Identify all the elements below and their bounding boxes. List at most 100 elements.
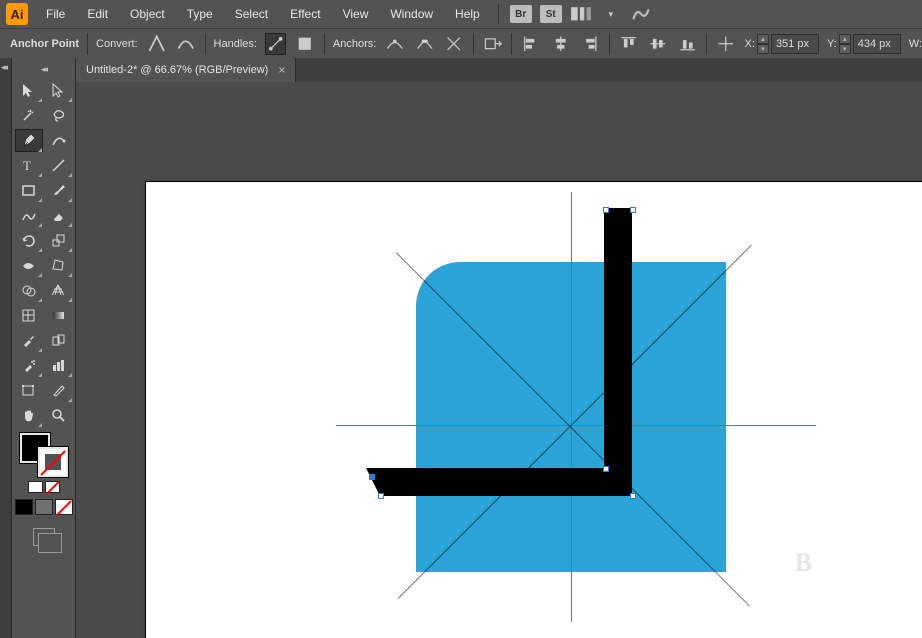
w-label: W:: [909, 38, 922, 50]
control-bar: Anchor Point Convert: Handles: Anchors: …: [0, 28, 922, 58]
align-top-button[interactable]: [618, 33, 639, 55]
menu-file[interactable]: File: [36, 3, 75, 25]
shape-builder-tool[interactable]: [15, 279, 43, 302]
tab-bar: Untitled-2* @ 66.67% (RGB/Preview) ×: [76, 58, 922, 82]
left-panel-strip[interactable]: ◂◂: [0, 58, 12, 638]
menu-object[interactable]: Object: [120, 3, 175, 25]
connect-endpoints-button[interactable]: [414, 33, 435, 55]
align-hcenter-button[interactable]: [550, 33, 571, 55]
line-segment-tool[interactable]: [45, 154, 73, 177]
separator: [87, 33, 88, 55]
anchor-point[interactable]: [378, 493, 384, 499]
align-vcenter-button[interactable]: [647, 33, 668, 55]
stock-badge[interactable]: St: [540, 5, 562, 23]
main-area: ◂◂ ◂◂ T: [0, 58, 922, 638]
arrange-dropdown-icon[interactable]: ▾: [600, 4, 622, 24]
gpu-preview-icon[interactable]: [630, 4, 652, 24]
direct-selection-tool[interactable]: [45, 79, 73, 102]
cut-path-button[interactable]: [443, 33, 464, 55]
smart-guide-vertical: [571, 192, 572, 622]
shaper-tool[interactable]: [15, 204, 43, 227]
rectangle-tool[interactable]: [15, 179, 43, 202]
y-input[interactable]: [853, 34, 901, 54]
menu-select[interactable]: Select: [225, 3, 278, 25]
handles-label: Handles:: [214, 38, 257, 50]
gradient-tool[interactable]: [45, 304, 73, 327]
separator: [498, 4, 499, 24]
separator: [205, 33, 206, 55]
color-swatch-black[interactable]: [15, 499, 33, 515]
tab-untitled-2[interactable]: Untitled-2* @ 66.67% (RGB/Preview) ×: [76, 58, 296, 82]
collapse-chevron-icon[interactable]: ◂◂: [1, 62, 6, 73]
align-left-button[interactable]: [520, 33, 541, 55]
slice-tool[interactable]: [45, 379, 73, 402]
tool-palette: ◂◂ T: [12, 58, 76, 638]
hand-tool[interactable]: [15, 404, 43, 427]
convert-smooth-button[interactable]: [175, 33, 196, 55]
x-field: X: ▴▾: [745, 34, 819, 54]
mesh-tool[interactable]: [15, 304, 43, 327]
fill-stroke-swatch[interactable]: [20, 433, 68, 477]
zoom-tool[interactable]: [45, 404, 73, 427]
eraser-tool[interactable]: [45, 204, 73, 227]
stroke-swatch[interactable]: [38, 447, 68, 477]
selection-tool[interactable]: [15, 79, 43, 102]
type-tool[interactable]: T: [15, 154, 43, 177]
y-stepper[interactable]: ▴▾: [839, 34, 851, 54]
scale-tool[interactable]: [45, 229, 73, 252]
color-swatch-none[interactable]: [55, 499, 73, 515]
perspective-grid-tool[interactable]: [45, 279, 73, 302]
draw-mode-toggle[interactable]: [24, 525, 64, 549]
close-icon[interactable]: ×: [278, 63, 285, 77]
hide-handles-button[interactable]: [294, 33, 315, 55]
document-area: Untitled-2* @ 66.67% (RGB/Preview) ×: [76, 58, 922, 638]
free-transform-tool[interactable]: [45, 254, 73, 277]
anchor-point-selected[interactable]: [369, 474, 375, 480]
anchor-point[interactable]: [630, 493, 636, 499]
swap-fill-stroke-icon[interactable]: [28, 481, 43, 493]
reference-point-icon[interactable]: [715, 33, 736, 55]
eyedropper-tool[interactable]: [15, 329, 43, 352]
menu-type[interactable]: Type: [177, 3, 223, 25]
watermark: B: [795, 548, 812, 578]
remove-anchor-button[interactable]: [384, 33, 405, 55]
app-logo: Ai: [6, 3, 28, 25]
context-label: Anchor Point: [10, 38, 79, 50]
menu-window[interactable]: Window: [380, 3, 443, 25]
separator: [609, 33, 610, 55]
separator: [473, 33, 474, 55]
width-tool[interactable]: [15, 254, 43, 277]
anchor-point[interactable]: [603, 466, 609, 472]
lasso-tool[interactable]: [45, 104, 73, 127]
paintbrush-tool[interactable]: [45, 179, 73, 202]
bridge-badge[interactable]: Br: [510, 5, 532, 23]
color-swatch-gray[interactable]: [35, 499, 53, 515]
show-handles-multi-button[interactable]: [265, 33, 286, 55]
pen-tool[interactable]: [15, 129, 43, 152]
anchor-point[interactable]: [630, 207, 636, 213]
canvas[interactable]: B: [76, 82, 922, 638]
curvature-tool[interactable]: [45, 129, 73, 152]
magic-wand-tool[interactable]: [15, 104, 43, 127]
column-graph-tool[interactable]: [45, 354, 73, 377]
palette-collapse-icon[interactable]: ◂◂: [41, 64, 46, 75]
default-fill-stroke-icon[interactable]: [45, 481, 60, 493]
x-input[interactable]: [771, 34, 819, 54]
symbol-sprayer-tool[interactable]: [15, 354, 43, 377]
smart-guide-horizontal: [336, 425, 816, 426]
blend-tool[interactable]: [45, 329, 73, 352]
artboard-tool[interactable]: [15, 379, 43, 402]
menu-view[interactable]: View: [333, 3, 379, 25]
anchor-point[interactable]: [603, 207, 609, 213]
convert-corner-button[interactable]: [146, 33, 167, 55]
menu-help[interactable]: Help: [445, 3, 490, 25]
menu-edit[interactable]: Edit: [77, 3, 118, 25]
x-stepper[interactable]: ▴▾: [757, 34, 769, 54]
arrange-documents-icon[interactable]: [570, 4, 592, 24]
rotate-tool[interactable]: [15, 229, 43, 252]
isolate-button[interactable]: [482, 33, 503, 55]
align-bottom-button[interactable]: [677, 33, 698, 55]
menu-effect[interactable]: Effect: [280, 3, 330, 25]
align-right-button[interactable]: [579, 33, 600, 55]
menu-bar: Ai File Edit Object Type Select Effect V…: [0, 0, 922, 28]
